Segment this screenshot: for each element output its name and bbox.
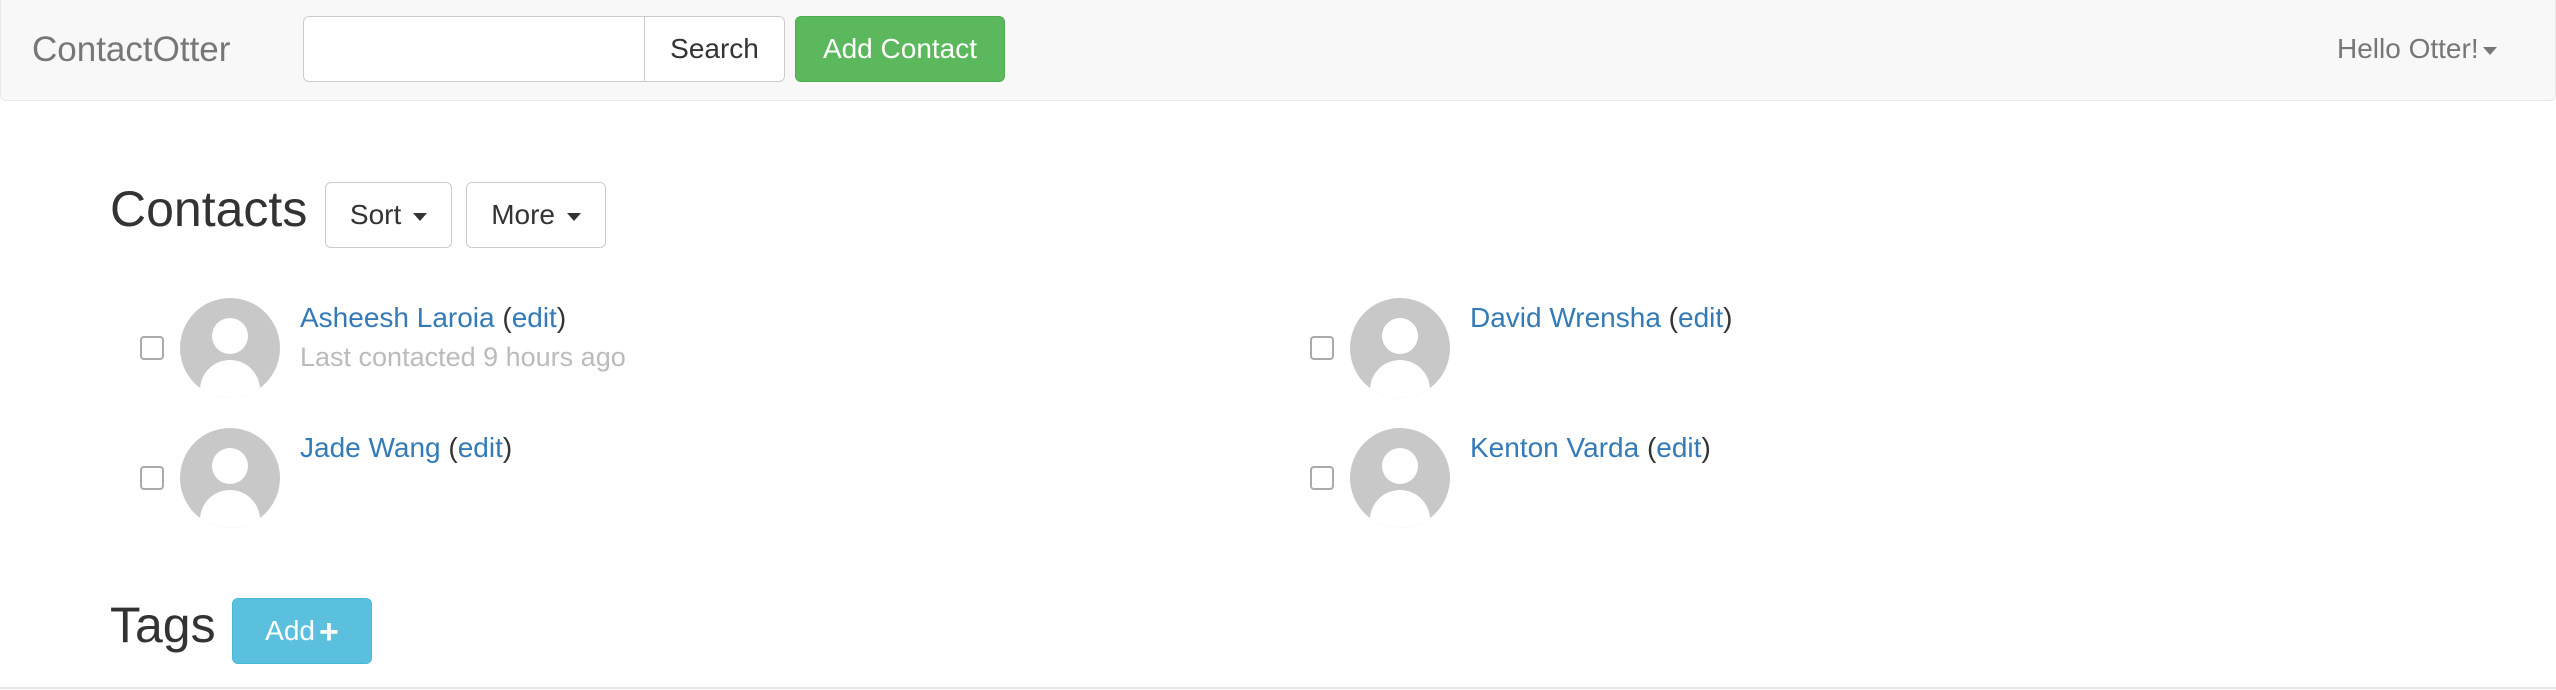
caret-down-icon xyxy=(566,212,581,221)
contact-edit-link[interactable]: edit xyxy=(1656,432,1701,463)
contact-name-link[interactable]: Asheesh Laroia xyxy=(300,302,495,333)
search-button[interactable]: Search xyxy=(644,16,785,82)
contact-checkbox[interactable] xyxy=(1310,336,1334,360)
contact-name-line: David Wrensha (edit) xyxy=(1470,302,1733,333)
contact-name-line: Jade Wang (edit) xyxy=(300,432,513,463)
sort-dropdown-button[interactable]: Sort xyxy=(325,182,452,248)
add-tag-button[interactable]: Add + xyxy=(232,598,372,664)
add-tag-label: Add xyxy=(265,615,315,646)
more-dropdown-button[interactable]: More xyxy=(466,182,606,248)
contact-checkbox[interactable] xyxy=(1310,466,1334,490)
contact-item: Jade Wang (edit) xyxy=(110,428,1110,538)
avatar-placeholder-icon xyxy=(1350,298,1450,398)
avatar-placeholder-icon xyxy=(180,428,280,528)
sort-label: Sort xyxy=(349,199,402,230)
contact-item: David Wrensha (edit) xyxy=(1280,298,2280,408)
plus-icon: + xyxy=(318,613,339,651)
add-contact-button[interactable]: Add Contact xyxy=(795,16,1005,82)
contact-checkbox[interactable] xyxy=(140,336,164,360)
more-label: More xyxy=(491,199,555,230)
caret-down-icon xyxy=(413,212,428,221)
search-input[interactable] xyxy=(303,16,645,82)
avatar-placeholder-icon xyxy=(1350,428,1450,528)
caret-down-icon xyxy=(2482,46,2497,55)
user-menu[interactable]: Hello Otter! xyxy=(2337,33,2497,65)
contact-edit-link[interactable]: edit xyxy=(512,302,557,333)
divider xyxy=(0,687,2556,689)
contact-checkbox[interactable] xyxy=(140,466,164,490)
contact-name-line: Asheesh Laroia (edit) xyxy=(300,302,567,333)
contact-item: Kenton Varda (edit) xyxy=(1280,428,2280,538)
last-contacted-text: Last contacted 9 hours ago xyxy=(300,342,626,372)
user-greeting: Hello Otter! xyxy=(2337,33,2479,64)
avatar-placeholder-icon xyxy=(180,298,280,398)
top-navbar: ContactOtter Search Add Contact Hello Ot… xyxy=(0,0,2556,101)
contact-edit-link[interactable]: edit xyxy=(458,432,503,463)
tags-heading: Tags xyxy=(110,597,216,653)
contacts-heading: Contacts xyxy=(110,181,308,237)
contact-name-link[interactable]: Kenton Varda xyxy=(1470,432,1639,463)
brand-logo[interactable]: ContactOtter xyxy=(32,30,230,70)
contact-name-link[interactable]: Jade Wang xyxy=(300,432,441,463)
contact-name-line: Kenton Varda (edit) xyxy=(1470,432,1711,463)
contact-name-link[interactable]: David Wrensha xyxy=(1470,302,1661,333)
contact-edit-link[interactable]: edit xyxy=(1678,302,1723,333)
contact-item: Asheesh Laroia (edit) Last contacted 9 h… xyxy=(110,298,1110,408)
